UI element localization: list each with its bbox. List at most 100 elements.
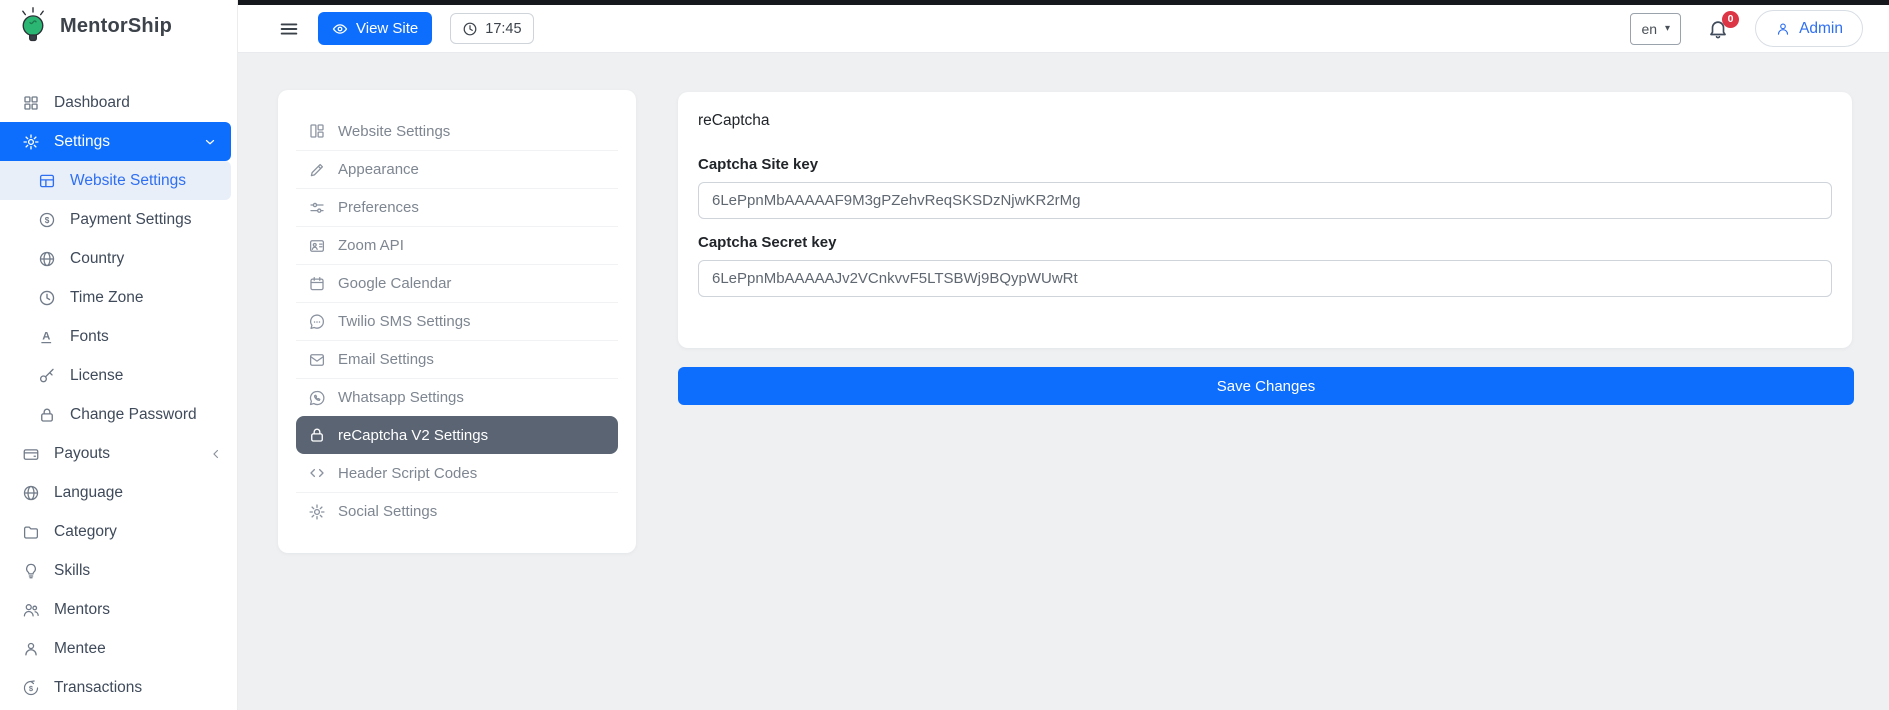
menu-item-label: Preferences (338, 199, 419, 216)
calendar-icon (308, 275, 326, 293)
menu-item-google-calendar[interactable]: Google Calendar (296, 264, 618, 302)
hamburger-icon (278, 18, 300, 40)
sidebar-item-category[interactable]: Category (0, 512, 237, 551)
recaptcha-form-card: reCaptcha Captcha Site key Captcha Secre… (678, 92, 1852, 348)
sidebar-item-license[interactable]: License (0, 356, 237, 395)
wallet-icon (22, 445, 40, 463)
time-display: 17:45 (450, 13, 533, 44)
chevron-down-icon (203, 135, 217, 149)
layout-icon (308, 122, 326, 140)
notifications-button[interactable]: 0 (1707, 18, 1729, 40)
menu-item-appearance[interactable]: Appearance (296, 150, 618, 188)
menu-item-recaptcha-v2[interactable]: reCaptcha V2 Settings (296, 416, 618, 454)
sidebar-item-label: Language (54, 484, 123, 502)
user-icon (1775, 21, 1791, 37)
menu-item-social-settings[interactable]: Social Settings (296, 492, 618, 530)
secret-key-input[interactable] (698, 260, 1832, 297)
contact-card-icon (308, 237, 326, 255)
app-window: MentorShip Dashboard Settings Website Se… (0, 0, 1889, 710)
site-key-input[interactable] (698, 182, 1832, 219)
time-value: 17:45 (485, 21, 521, 37)
menu-item-whatsapp-settings[interactable]: Whatsapp Settings (296, 378, 618, 416)
sidebar-item-skills[interactable]: Skills (0, 551, 237, 590)
transaction-icon (22, 679, 40, 697)
sidebar-item-time-zone[interactable]: Time Zone (0, 278, 237, 317)
sidebar-item-label: Category (54, 523, 117, 541)
sidebar: MentorShip Dashboard Settings Website Se… (0, 0, 238, 710)
sidebar-item-payment-settings[interactable]: Payment Settings (0, 200, 237, 239)
sidebar-item-label: Mentors (54, 601, 110, 619)
save-changes-button[interactable]: Save Changes (678, 367, 1854, 405)
secret-key-label: Captcha Secret key (698, 234, 1832, 251)
lightbulb-logo-icon (16, 6, 50, 47)
sidebar-item-label: Dashboard (54, 94, 130, 112)
sidebar-item-label: Country (70, 250, 124, 268)
admin-label: Admin (1799, 20, 1843, 38)
folder-icon (22, 523, 40, 541)
menu-item-email-settings[interactable]: Email Settings (296, 340, 618, 378)
sidebar-nav: Dashboard Settings Website Settings Paym… (0, 53, 237, 707)
admin-menu-button[interactable]: Admin (1755, 10, 1863, 47)
lock-icon (38, 406, 56, 424)
menu-item-twilio-sms[interactable]: Twilio SMS Settings (296, 302, 618, 340)
brand-name: MentorShip (60, 15, 172, 38)
code-icon (308, 464, 326, 482)
key-icon (38, 367, 56, 385)
sidebar-item-transactions[interactable]: Transactions (0, 668, 237, 707)
clock-icon (462, 21, 478, 37)
grid-icon (22, 94, 40, 112)
view-site-button[interactable]: View Site (318, 12, 432, 45)
sidebar-item-language[interactable]: Language (0, 473, 237, 512)
topbar-right: en ▾ 0 Admin (1630, 10, 1863, 47)
sidebar-item-fonts[interactable]: Fonts (0, 317, 237, 356)
sidebar-item-settings[interactable]: Settings (0, 122, 231, 161)
sidebar-item-website-settings[interactable]: Website Settings (0, 161, 231, 200)
sidebar-item-mentee[interactable]: Mentee (0, 629, 237, 668)
mail-icon (308, 351, 326, 369)
sidebar-item-dashboard[interactable]: Dashboard (0, 83, 237, 122)
bulb-icon (22, 562, 40, 580)
form-title: reCaptcha (698, 112, 1832, 130)
menu-item-label: Header Script Codes (338, 465, 477, 482)
lock-icon (308, 426, 326, 444)
sidebar-item-payouts[interactable]: Payouts (0, 434, 237, 473)
gear-icon (22, 133, 40, 151)
sidebar-item-country[interactable]: Country (0, 239, 237, 278)
sidebar-item-label: Change Password (70, 406, 197, 424)
whatsapp-icon (308, 389, 326, 407)
sidebar-item-label: Website Settings (70, 172, 186, 190)
sidebar-item-label: Fonts (70, 328, 109, 346)
pen-icon (308, 161, 326, 179)
sidebar-item-label: License (70, 367, 123, 385)
menu-item-label: Email Settings (338, 351, 434, 368)
language-value: en (1641, 21, 1657, 37)
menu-item-label: Whatsapp Settings (338, 389, 464, 406)
menu-item-preferences[interactable]: Preferences (296, 188, 618, 226)
user-icon (22, 640, 40, 658)
chat-icon (308, 313, 326, 331)
eye-icon (332, 21, 348, 37)
notification-badge: 0 (1722, 11, 1739, 28)
share-gear-icon (308, 503, 326, 521)
view-site-label: View Site (356, 20, 418, 37)
globe-icon (38, 250, 56, 268)
sidebar-item-label: Transactions (54, 679, 142, 697)
sliders-icon (308, 199, 326, 217)
sidebar-item-change-password[interactable]: Change Password (0, 395, 237, 434)
brand[interactable]: MentorShip (0, 0, 237, 53)
table-icon (38, 172, 56, 190)
hamburger-menu-button[interactable] (278, 18, 300, 40)
menu-item-label: Twilio SMS Settings (338, 313, 471, 330)
sidebar-item-label: Payouts (54, 445, 110, 463)
clock-icon (38, 289, 56, 307)
site-key-label: Captcha Site key (698, 156, 1832, 173)
language-dropdown[interactable]: en ▾ (1630, 13, 1681, 45)
menu-item-label: Zoom API (338, 237, 404, 254)
sidebar-item-mentors[interactable]: Mentors (0, 590, 237, 629)
menu-item-label: Website Settings (338, 123, 450, 140)
menu-item-zoom-api[interactable]: Zoom API (296, 226, 618, 264)
menu-item-website-settings[interactable]: Website Settings (296, 112, 618, 150)
globe-icon (22, 484, 40, 502)
sidebar-item-label: Mentee (54, 640, 106, 658)
menu-item-header-scripts[interactable]: Header Script Codes (296, 454, 618, 492)
